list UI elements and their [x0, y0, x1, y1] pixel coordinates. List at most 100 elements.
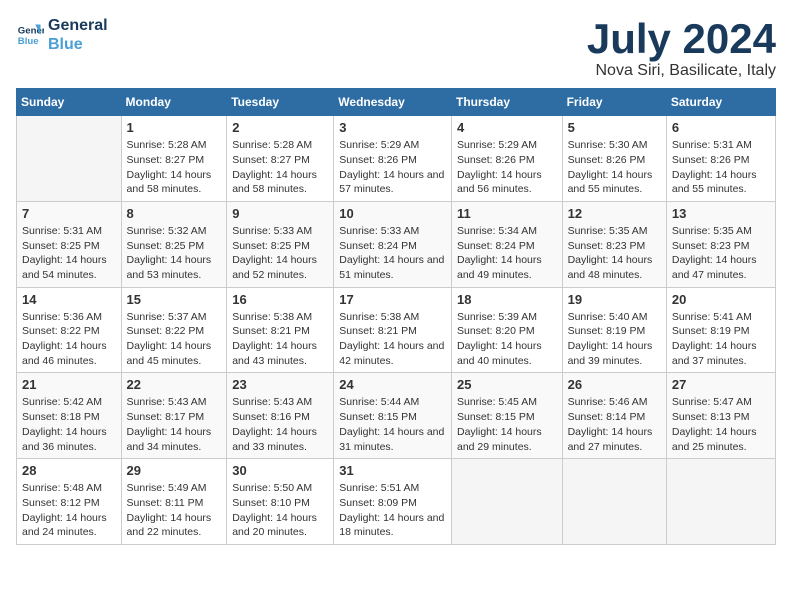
- logo: General Blue General Blue: [16, 16, 108, 54]
- date-number: 19: [568, 292, 661, 307]
- title-block: July 2024 Nova Siri, Basilicate, Italy: [587, 16, 776, 80]
- calendar-cell: 14 Sunrise: 5:36 AMSunset: 8:22 PMDayligh…: [17, 287, 122, 373]
- date-number: 20: [672, 292, 770, 307]
- location-title: Nova Siri, Basilicate, Italy: [587, 62, 776, 80]
- cell-info: Sunrise: 5:45 AMSunset: 8:15 PMDaylight:…: [457, 395, 557, 454]
- cell-info: Sunrise: 5:48 AMSunset: 8:12 PMDaylight:…: [22, 481, 116, 540]
- cell-info: Sunrise: 5:32 AMSunset: 8:25 PMDaylight:…: [127, 224, 222, 283]
- logo-text-line1: General: [48, 16, 108, 35]
- cell-info: Sunrise: 5:40 AMSunset: 8:19 PMDaylight:…: [568, 310, 661, 369]
- calendar-cell: 9 Sunrise: 5:33 AMSunset: 8:25 PMDaylight…: [227, 201, 334, 287]
- calendar-cell: 26Sunrise: 5:46 AMSunset: 8:14 PMDayligh…: [562, 373, 666, 459]
- cell-info: Sunrise: 5:33 AMSunset: 8:24 PMDaylight:…: [339, 224, 446, 283]
- cell-info: Sunrise: 5:38 AMSunset: 8:21 PMDaylight:…: [339, 310, 446, 369]
- calendar-cell: 25 Sunrise: 5:45 AMSunset: 8:15 PMDayligh…: [451, 373, 562, 459]
- date-number: 1: [127, 120, 222, 135]
- date-number: 27: [672, 377, 770, 392]
- date-number: 14: [22, 292, 116, 307]
- date-number: 29: [127, 463, 222, 478]
- cell-info: Sunrise: 5:36 AMSunset: 8:22 PMDaylight:…: [22, 310, 116, 369]
- date-number: 25: [457, 377, 557, 392]
- weekday-header-monday: Monday: [121, 89, 227, 116]
- date-number: 9: [232, 206, 328, 221]
- date-number: 5: [568, 120, 661, 135]
- cell-info: Sunrise: 5:41 AMSunset: 8:19 PMDaylight:…: [672, 310, 770, 369]
- cell-info: Sunrise: 5:43 AMSunset: 8:17 PMDaylight:…: [127, 395, 222, 454]
- date-number: 31: [339, 463, 446, 478]
- calendar-cell: 31 Sunrise: 5:51 AMSunset: 8:09 PMDayligh…: [334, 459, 452, 545]
- weekday-header-thursday: Thursday: [451, 89, 562, 116]
- calendar-cell: 10 Sunrise: 5:33 AMSunset: 8:24 PMDayligh…: [334, 201, 452, 287]
- calendar-week-row: 28Sunrise: 5:48 AMSunset: 8:12 PMDayligh…: [17, 459, 776, 545]
- calendar-cell: 30 Sunrise: 5:50 AMSunset: 8:10 PMDayligh…: [227, 459, 334, 545]
- cell-info: Sunrise: 5:29 AMSunset: 8:26 PMDaylight:…: [339, 138, 446, 197]
- weekday-header-tuesday: Tuesday: [227, 89, 334, 116]
- cell-info: Sunrise: 5:29 AMSunset: 8:26 PMDaylight:…: [457, 138, 557, 197]
- cell-info: Sunrise: 5:34 AMSunset: 8:24 PMDaylight:…: [457, 224, 557, 283]
- calendar-cell: [17, 116, 122, 202]
- cell-info: Sunrise: 5:50 AMSunset: 8:10 PMDaylight:…: [232, 481, 328, 540]
- date-number: 2: [232, 120, 328, 135]
- date-number: 11: [457, 206, 557, 221]
- calendar-cell: 16Sunrise: 5:38 AMSunset: 8:21 PMDayligh…: [227, 287, 334, 373]
- cell-info: Sunrise: 5:31 AMSunset: 8:25 PMDaylight:…: [22, 224, 116, 283]
- date-number: 30: [232, 463, 328, 478]
- calendar-header-row: SundayMondayTuesdayWednesdayThursdayFrid…: [17, 89, 776, 116]
- date-number: 24: [339, 377, 446, 392]
- weekday-header-saturday: Saturday: [666, 89, 775, 116]
- date-number: 3: [339, 120, 446, 135]
- calendar-cell: 7Sunrise: 5:31 AMSunset: 8:25 PMDaylight…: [17, 201, 122, 287]
- calendar-cell: 27Sunrise: 5:47 AMSunset: 8:13 PMDayligh…: [666, 373, 775, 459]
- cell-info: Sunrise: 5:33 AMSunset: 8:25 PMDaylight:…: [232, 224, 328, 283]
- date-number: 21: [22, 377, 116, 392]
- date-number: 6: [672, 120, 770, 135]
- cell-info: Sunrise: 5:44 AMSunset: 8:15 PMDaylight:…: [339, 395, 446, 454]
- cell-info: Sunrise: 5:37 AMSunset: 8:22 PMDaylight:…: [127, 310, 222, 369]
- cell-info: Sunrise: 5:28 AMSunset: 8:27 PMDaylight:…: [232, 138, 328, 197]
- cell-info: Sunrise: 5:35 AMSunset: 8:23 PMDaylight:…: [568, 224, 661, 283]
- date-number: 10: [339, 206, 446, 221]
- date-number: 13: [672, 206, 770, 221]
- logo-text-line2: Blue: [48, 35, 108, 54]
- cell-info: Sunrise: 5:43 AMSunset: 8:16 PMDaylight:…: [232, 395, 328, 454]
- calendar-cell: 4 Sunrise: 5:29 AMSunset: 8:26 PMDaylight…: [451, 116, 562, 202]
- cell-info: Sunrise: 5:28 AMSunset: 8:27 PMDaylight:…: [127, 138, 222, 197]
- svg-text:Blue: Blue: [18, 36, 39, 47]
- month-title: July 2024: [587, 16, 776, 62]
- calendar-cell: 11 Sunrise: 5:34 AMSunset: 8:24 PMDayligh…: [451, 201, 562, 287]
- date-number: 26: [568, 377, 661, 392]
- calendar-week-row: 21Sunrise: 5:42 AMSunset: 8:18 PMDayligh…: [17, 373, 776, 459]
- date-number: 8: [127, 206, 222, 221]
- weekday-header-wednesday: Wednesday: [334, 89, 452, 116]
- calendar-week-row: 7Sunrise: 5:31 AMSunset: 8:25 PMDaylight…: [17, 201, 776, 287]
- calendar-cell: 21Sunrise: 5:42 AMSunset: 8:18 PMDayligh…: [17, 373, 122, 459]
- calendar-cell: [451, 459, 562, 545]
- logo-icon: General Blue: [16, 21, 44, 49]
- date-number: 22: [127, 377, 222, 392]
- date-number: 17: [339, 292, 446, 307]
- calendar-cell: 17 Sunrise: 5:38 AMSunset: 8:21 PMDayligh…: [334, 287, 452, 373]
- calendar-table: SundayMondayTuesdayWednesdayThursdayFrid…: [16, 88, 776, 545]
- calendar-cell: 18Sunrise: 5:39 AMSunset: 8:20 PMDayligh…: [451, 287, 562, 373]
- calendar-cell: 2 Sunrise: 5:28 AMSunset: 8:27 PMDaylight…: [227, 116, 334, 202]
- calendar-week-row: 14 Sunrise: 5:36 AMSunset: 8:22 PMDayligh…: [17, 287, 776, 373]
- date-number: 15: [127, 292, 222, 307]
- calendar-cell: 23Sunrise: 5:43 AMSunset: 8:16 PMDayligh…: [227, 373, 334, 459]
- cell-info: Sunrise: 5:49 AMSunset: 8:11 PMDaylight:…: [127, 481, 222, 540]
- date-number: 16: [232, 292, 328, 307]
- calendar-cell: [666, 459, 775, 545]
- calendar-cell: 29 Sunrise: 5:49 AMSunset: 8:11 PMDayligh…: [121, 459, 227, 545]
- cell-info: Sunrise: 5:35 AMSunset: 8:23 PMDaylight:…: [672, 224, 770, 283]
- calendar-cell: 28Sunrise: 5:48 AMSunset: 8:12 PMDayligh…: [17, 459, 122, 545]
- date-number: 18: [457, 292, 557, 307]
- date-number: 4: [457, 120, 557, 135]
- page-header: General Blue General Blue July 2024 Nova…: [16, 16, 776, 80]
- calendar-cell: [562, 459, 666, 545]
- cell-info: Sunrise: 5:31 AMSunset: 8:26 PMDaylight:…: [672, 138, 770, 197]
- calendar-week-row: 1 Sunrise: 5:28 AMSunset: 8:27 PMDaylight…: [17, 116, 776, 202]
- weekday-header-sunday: Sunday: [17, 89, 122, 116]
- cell-info: Sunrise: 5:51 AMSunset: 8:09 PMDaylight:…: [339, 481, 446, 540]
- cell-info: Sunrise: 5:30 AMSunset: 8:26 PMDaylight:…: [568, 138, 661, 197]
- calendar-cell: 13 Sunrise: 5:35 AMSunset: 8:23 PMDayligh…: [666, 201, 775, 287]
- calendar-cell: 6 Sunrise: 5:31 AMSunset: 8:26 PMDaylight…: [666, 116, 775, 202]
